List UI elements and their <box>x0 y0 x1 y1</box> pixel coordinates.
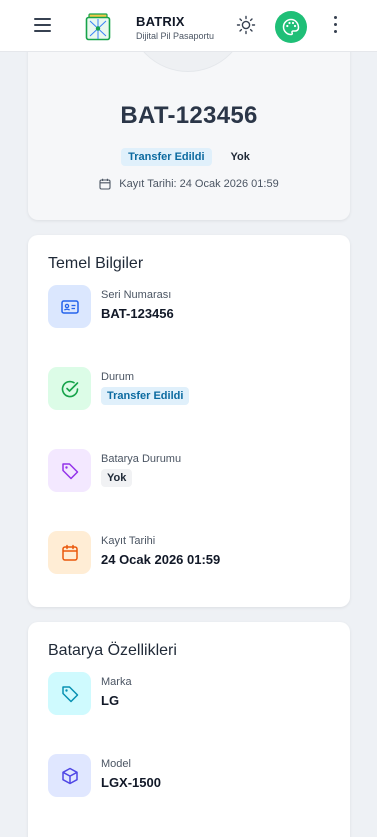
model-label: Model <box>101 758 131 770</box>
brand-name: BATRIX <box>136 14 185 29</box>
registration-date-row: Kayıt Tarihi 24 Ocak 2026 01:59 <box>48 531 338 577</box>
battery-id-title: BAT-123456 <box>120 102 258 129</box>
battery-summary-card: BAT-123456 Transfer Edildi Yok Kayıt Tar… <box>28 30 350 220</box>
registration-date-value: 24 Ocak 2026 01:59 <box>101 552 221 567</box>
brand: BATRIX Dijital Pil Pasaportu <box>136 14 214 41</box>
status-row: Durum Transfer Edildi <box>48 367 338 413</box>
calendar-icon <box>48 531 91 574</box>
brand-row: Marka LG <box>48 672 338 718</box>
basic-info-title: Temel Bilgiler <box>48 255 144 272</box>
calendar-icon <box>99 178 111 190</box>
app-header: BATRIX Dijital Pil Pasaportu <box>0 0 377 52</box>
condition-badge: Yok <box>230 151 250 163</box>
palette-icon <box>282 18 300 36</box>
status-value-badge: Transfer Edildi <box>101 387 190 405</box>
battery-condition-row: Batarya Durumu Yok <box>48 449 338 495</box>
model-row: Model LGX-1500 <box>48 754 338 800</box>
serial-number-label: Seri Numarası <box>101 289 172 301</box>
registered-date: Kayıt Tarihi: 24 Ocak 2026 01:59 <box>28 178 350 190</box>
model-value: LGX-1500 <box>101 775 161 790</box>
palette-button[interactable] <box>275 11 307 43</box>
brand-value: LG <box>101 693 120 708</box>
brand-label: Marka <box>101 676 132 688</box>
status-label: Durum <box>101 371 135 383</box>
registration-date-label: Kayıt Tarihi <box>101 535 156 547</box>
status-badge: Transfer Edildi <box>121 148 212 166</box>
check-circle-icon <box>48 367 91 410</box>
batrix-logo[interactable] <box>85 13 111 41</box>
basic-info-card: Temel Bilgiler Seri Numarası BAT-123456 … <box>28 235 350 607</box>
tag-icon <box>48 672 91 715</box>
hero-badges: Transfer Edildi Yok <box>28 148 350 166</box>
serial-number-value: BAT-123456 <box>101 306 174 321</box>
more-vertical-icon[interactable] <box>330 16 340 36</box>
brand-subtitle: Dijital Pil Pasaportu <box>136 31 215 41</box>
battery-condition-label: Batarya Durumu <box>101 453 182 465</box>
menu-icon[interactable] <box>34 17 52 33</box>
cube-icon <box>48 754 91 797</box>
battery-condition-value-badge: Yok <box>101 469 133 487</box>
id-card-icon <box>48 285 91 328</box>
battery-specs-title: Batarya Özellikleri <box>48 642 177 659</box>
tag-icon <box>48 449 91 492</box>
battery-specs-card: Batarya Özellikleri Marka LG Model LGX-1… <box>28 622 350 837</box>
registered-date-text: Kayıt Tarihi: 24 Ocak 2026 01:59 <box>119 178 279 190</box>
sun-icon[interactable] <box>236 15 256 35</box>
serial-number-row: Seri Numarası BAT-123456 <box>48 285 338 331</box>
